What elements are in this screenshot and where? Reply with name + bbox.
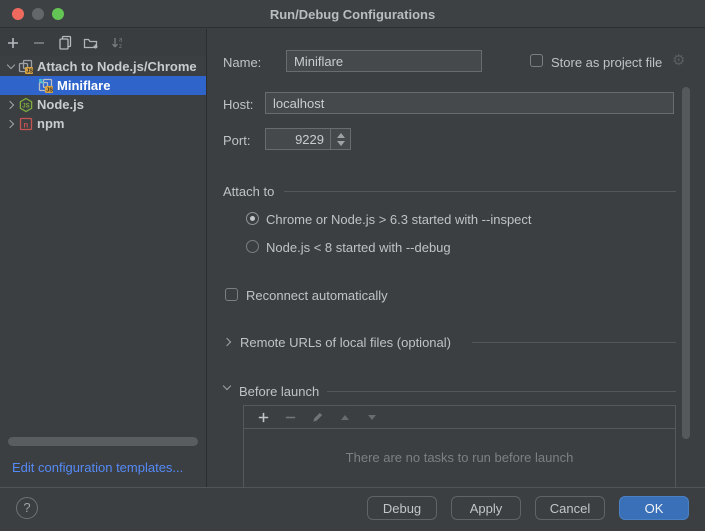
chevron-down-icon[interactable]	[223, 382, 231, 390]
svg-text:a: a	[119, 37, 123, 43]
vertical-scrollbar[interactable]	[682, 87, 690, 439]
svg-text:z: z	[119, 44, 122, 50]
sidebar-item-label: Node.js	[37, 97, 84, 112]
sort-configurations-button[interactable]: a z	[104, 33, 130, 53]
store-as-project-file-label: Store as project file	[551, 55, 662, 70]
debug-button[interactable]: Debug	[367, 496, 437, 520]
nodejs-icon: JS	[18, 97, 34, 113]
dialog-footer: ? Debug Apply Cancel OK	[0, 487, 705, 531]
sidebar-item-label: npm	[37, 116, 64, 131]
move-up-icon	[341, 415, 349, 420]
remove-task-button[interactable]	[277, 407, 304, 427]
store-as-project-file-checkbox[interactable]	[530, 54, 543, 67]
name-input[interactable]	[286, 50, 482, 72]
configuration-form: Name: Store as project file ⚙ Host: Port…	[208, 29, 705, 487]
attach-debug-radio[interactable]	[246, 240, 259, 253]
svg-text:n: n	[23, 120, 28, 129]
edit-task-button[interactable]	[304, 407, 331, 427]
attach-debug-label: Node.js < 8 started with --debug	[266, 240, 451, 255]
remove-icon	[32, 36, 46, 50]
cancel-button[interactable]: Cancel	[535, 496, 605, 520]
attach-node-chrome-icon: JS	[38, 78, 54, 94]
sidebar-item-npm[interactable]: n npm	[0, 114, 207, 133]
new-folder-icon	[83, 36, 99, 50]
move-down-icon	[368, 415, 376, 420]
port-label: Port:	[223, 133, 250, 148]
add-task-button[interactable]	[250, 407, 277, 427]
copy-icon	[58, 35, 73, 50]
horizontal-scrollbar[interactable]	[8, 437, 198, 446]
move-down-button[interactable]	[358, 407, 385, 427]
increment-icon[interactable]	[337, 133, 345, 138]
chevron-right-icon[interactable]	[223, 338, 231, 346]
help-button[interactable]: ?	[16, 497, 38, 519]
add-icon	[6, 36, 20, 50]
svg-text:JS: JS	[26, 68, 33, 74]
remote-urls-section-label[interactable]: Remote URLs of local files (optional)	[240, 335, 451, 350]
before-launch-toolbar	[244, 406, 675, 429]
configurations-sidebar: a z JS Attach to Node.js/Chrome	[0, 29, 207, 487]
sidebar-item-label: Miniflare	[57, 78, 110, 93]
port-input[interactable]	[266, 129, 330, 149]
remove-configuration-button[interactable]	[26, 33, 52, 53]
port-stepper	[265, 128, 351, 150]
new-folder-button[interactable]	[78, 33, 104, 53]
svg-text:JS: JS	[22, 103, 29, 109]
before-launch-panel: There are no tasks to run before launch	[243, 405, 676, 487]
gear-icon[interactable]: ⚙	[672, 54, 685, 68]
sidebar-item-attach-node-chrome[interactable]: JS Attach to Node.js/Chrome	[0, 57, 207, 76]
window-title: Run/Debug Configurations	[0, 7, 705, 22]
ok-button[interactable]: OK	[619, 496, 689, 520]
section-divider	[284, 191, 676, 192]
add-configuration-button[interactable]	[0, 33, 26, 53]
add-icon	[257, 411, 270, 424]
svg-text:JS: JS	[46, 87, 53, 93]
chevron-down-icon[interactable]	[7, 61, 15, 69]
edit-configuration-templates-link[interactable]: Edit configuration templates...	[12, 460, 183, 475]
attach-inspect-radio[interactable]	[246, 212, 259, 225]
move-up-button[interactable]	[331, 407, 358, 427]
title-bar: Run/Debug Configurations	[0, 0, 705, 28]
sidebar-item-nodejs[interactable]: JS Node.js	[0, 95, 207, 114]
decrement-icon[interactable]	[337, 141, 345, 146]
name-label: Name:	[223, 55, 261, 70]
section-divider	[472, 342, 676, 343]
sidebar-item-miniflare[interactable]: JS Miniflare	[0, 76, 207, 95]
copy-configuration-button[interactable]	[52, 33, 78, 53]
reconnect-automatically-checkbox[interactable]	[225, 288, 238, 301]
host-label: Host:	[223, 97, 253, 112]
before-launch-empty-text: There are no tasks to run before launch	[244, 429, 675, 486]
chevron-right-icon[interactable]	[6, 119, 14, 127]
chevron-right-icon[interactable]	[6, 100, 14, 108]
attach-to-section-label: Attach to	[223, 184, 274, 199]
sort-alphabetically-icon: a z	[110, 36, 124, 50]
port-stepper-buttons	[330, 129, 350, 149]
section-divider	[327, 391, 676, 392]
attach-inspect-label: Chrome or Node.js > 6.3 started with --i…	[266, 212, 532, 227]
reconnect-automatically-label: Reconnect automatically	[246, 288, 388, 303]
before-launch-section-label[interactable]: Before launch	[239, 384, 319, 399]
host-input[interactable]	[265, 92, 674, 114]
attach-node-chrome-icon: JS	[18, 59, 34, 75]
apply-button[interactable]: Apply	[451, 496, 521, 520]
sidebar-toolbar: a z	[0, 29, 207, 56]
edit-icon	[311, 411, 324, 424]
npm-icon: n	[18, 116, 34, 132]
sidebar-item-label: Attach to Node.js/Chrome	[37, 59, 197, 74]
remove-icon	[284, 411, 297, 424]
